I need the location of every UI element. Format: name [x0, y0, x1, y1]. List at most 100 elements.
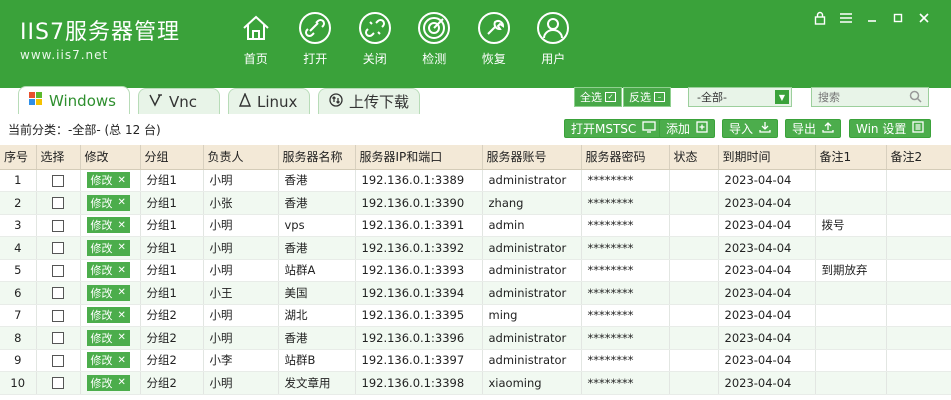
cell-password: ********: [581, 304, 670, 327]
col-header-owner[interactable]: 负责人: [203, 145, 279, 170]
table-row[interactable]: 6 修改 ✕ 分组1 小王 美国 192.136.0.1:3394 administrator…: [0, 281, 951, 305]
cell-select: [36, 259, 81, 282]
group-select[interactable]: -全部- ▼: [688, 87, 792, 107]
row-checkbox[interactable]: [52, 332, 64, 345]
table-row[interactable]: 2 修改 ✕ 分组1 小张 香港 192.136.0.1:3390 zhang ********…: [0, 191, 951, 215]
nav-open[interactable]: 打开: [286, 10, 346, 67]
cell-password: ********: [581, 191, 670, 215]
select-all-icon: ✓: [605, 92, 616, 102]
close-icon[interactable]: [911, 8, 937, 28]
open-mstsc-button[interactable]: 打开MSTSC: [564, 119, 664, 138]
home-icon: [238, 10, 274, 46]
table-row[interactable]: 10 修改 ✕ 分组2 小明 发文章用 192.136.0.1:3398 xiaoming **…: [0, 371, 951, 395]
col-header-group[interactable]: 分组: [140, 145, 204, 170]
cell-server-name: 站群B: [278, 349, 356, 372]
tab-vnc[interactable]: Vnc: [138, 88, 220, 114]
cell-owner: 小明: [203, 169, 279, 192]
tab-windows[interactable]: Windows: [18, 86, 130, 114]
row-checkbox[interactable]: [52, 377, 64, 390]
cell-group: 分组2: [140, 304, 204, 327]
cell-status: [669, 349, 719, 372]
import-button[interactable]: 导入: [722, 119, 779, 138]
cell-index: 5: [0, 259, 37, 282]
edit-button[interactable]: 修改 ✕: [86, 262, 130, 279]
edit-button[interactable]: 修改 ✕: [86, 217, 130, 234]
tab-linux[interactable]: Linux: [228, 88, 310, 114]
col-header-note2[interactable]: 备注2: [886, 145, 951, 170]
add-button[interactable]: 添加: [659, 119, 716, 138]
col-header-password[interactable]: 服务器密码: [581, 145, 670, 170]
row-checkbox[interactable]: [52, 264, 64, 277]
minimize-icon[interactable]: [859, 8, 885, 28]
export-button[interactable]: 导出: [785, 119, 842, 138]
cell-ip-port: 192.136.0.1:3396: [355, 326, 483, 350]
tools-icon: ✕: [117, 287, 126, 299]
col-header-account[interactable]: 服务器账号: [482, 145, 582, 170]
nav-home[interactable]: 首页: [226, 10, 286, 67]
tools-icon: ✕: [117, 332, 126, 344]
table-row[interactable]: 4 修改 ✕ 分组1 小明 香港 192.136.0.1:3392 administrator…: [0, 236, 951, 260]
row-checkbox[interactable]: [52, 287, 64, 300]
edit-button[interactable]: 修改 ✕: [86, 194, 130, 211]
maximize-icon[interactable]: [885, 8, 911, 28]
cell-expire: 2023-04-04: [718, 214, 816, 237]
cell-edit: 修改 ✕: [80, 191, 141, 215]
table-header: 序号 选择 修改 分组 负责人 服务器名称 服务器IP和端口 服务器账号 服务器…: [0, 145, 951, 170]
edit-button[interactable]: 修改 ✕: [86, 352, 130, 369]
app-header: IIS7服务器管理 www.iis7.net 首页 打开 关闭 检测 恢复 用户: [0, 0, 951, 88]
col-header-ip-port[interactable]: 服务器IP和端口: [355, 145, 483, 170]
cell-server-name: vps: [278, 214, 356, 237]
col-header-index[interactable]: 序号: [0, 145, 37, 170]
col-header-edit[interactable]: 修改: [80, 145, 141, 170]
cell-ip-port: 192.136.0.1:3389: [355, 169, 483, 192]
edit-button[interactable]: 修改 ✕: [86, 329, 130, 346]
col-header-status[interactable]: 状态: [669, 145, 719, 170]
win-settings-button[interactable]: Win 设置: [849, 119, 932, 138]
row-checkbox[interactable]: [52, 219, 64, 232]
edit-button[interactable]: 修改 ✕: [86, 307, 130, 324]
table-row[interactable]: 7 修改 ✕ 分组2 小明 湖北 192.136.0.1:3395 ming ******** 2…: [0, 304, 951, 327]
cell-edit: 修改 ✕: [80, 259, 141, 282]
invert-select-button[interactable]: 反选 –: [623, 87, 671, 107]
nav-user-label: 用户: [541, 52, 566, 66]
table-row[interactable]: 8 修改 ✕ 分组2 小明 香港 192.136.0.1:3396 administrator…: [0, 326, 951, 350]
nav-restore-label: 恢复: [481, 52, 506, 66]
row-checkbox[interactable]: [52, 309, 64, 322]
edit-button[interactable]: 修改 ✕: [86, 172, 130, 189]
cell-ip-port: 192.136.0.1:3391: [355, 214, 483, 237]
row-checkbox[interactable]: [52, 197, 64, 210]
nav-user[interactable]: 用户: [524, 10, 584, 67]
table-row[interactable]: 9 修改 ✕ 分组2 小李 站群B 192.136.0.1:3397 administrato…: [0, 349, 951, 372]
cell-note1: 到期放弃: [815, 259, 887, 282]
search-icon[interactable]: [909, 90, 922, 106]
row-checkbox[interactable]: [52, 354, 64, 367]
edit-button[interactable]: 修改 ✕: [86, 239, 130, 256]
cell-status: [669, 259, 719, 282]
col-header-server-name[interactable]: 服务器名称: [278, 145, 356, 170]
row-checkbox[interactable]: [52, 242, 64, 255]
select-all-button[interactable]: 全选 ✓: [574, 87, 622, 107]
edit-button[interactable]: 修改 ✕: [86, 374, 130, 391]
nav-restore[interactable]: 恢复: [464, 10, 524, 67]
cell-edit: 修改 ✕: [80, 349, 141, 372]
col-header-expire[interactable]: 到期时间: [718, 145, 816, 170]
edit-button[interactable]: 修改 ✕: [86, 284, 130, 301]
row-checkbox[interactable]: [52, 174, 64, 187]
tools-icon: ✕: [117, 354, 126, 366]
menu-icon[interactable]: [833, 8, 859, 28]
nav-detect[interactable]: 检测: [405, 10, 465, 67]
cell-note1: [815, 191, 887, 215]
col-header-select[interactable]: 选择: [36, 145, 81, 170]
lock-icon[interactable]: [807, 8, 833, 28]
table-row[interactable]: 1 修改 ✕ 分组1 小明 香港 192.136.0.1:3389 administrator…: [0, 169, 951, 192]
tab-upload-download[interactable]: 上传下载: [318, 88, 420, 114]
table-row[interactable]: 3 修改 ✕ 分组1 小明 vps 192.136.0.1:3391 admin *******…: [0, 214, 951, 237]
col-header-note1[interactable]: 备注1: [815, 145, 887, 170]
cell-note1: [815, 281, 887, 305]
search-input[interactable]: [812, 88, 904, 106]
nav-close[interactable]: 关闭: [345, 10, 405, 67]
cell-edit: 修改 ✕: [80, 281, 141, 305]
table-row[interactable]: 5 修改 ✕ 分组1 小明 站群A 192.136.0.1:3393 administrato…: [0, 259, 951, 282]
cell-account: administrator: [482, 326, 582, 350]
cell-index: 1: [0, 169, 37, 192]
